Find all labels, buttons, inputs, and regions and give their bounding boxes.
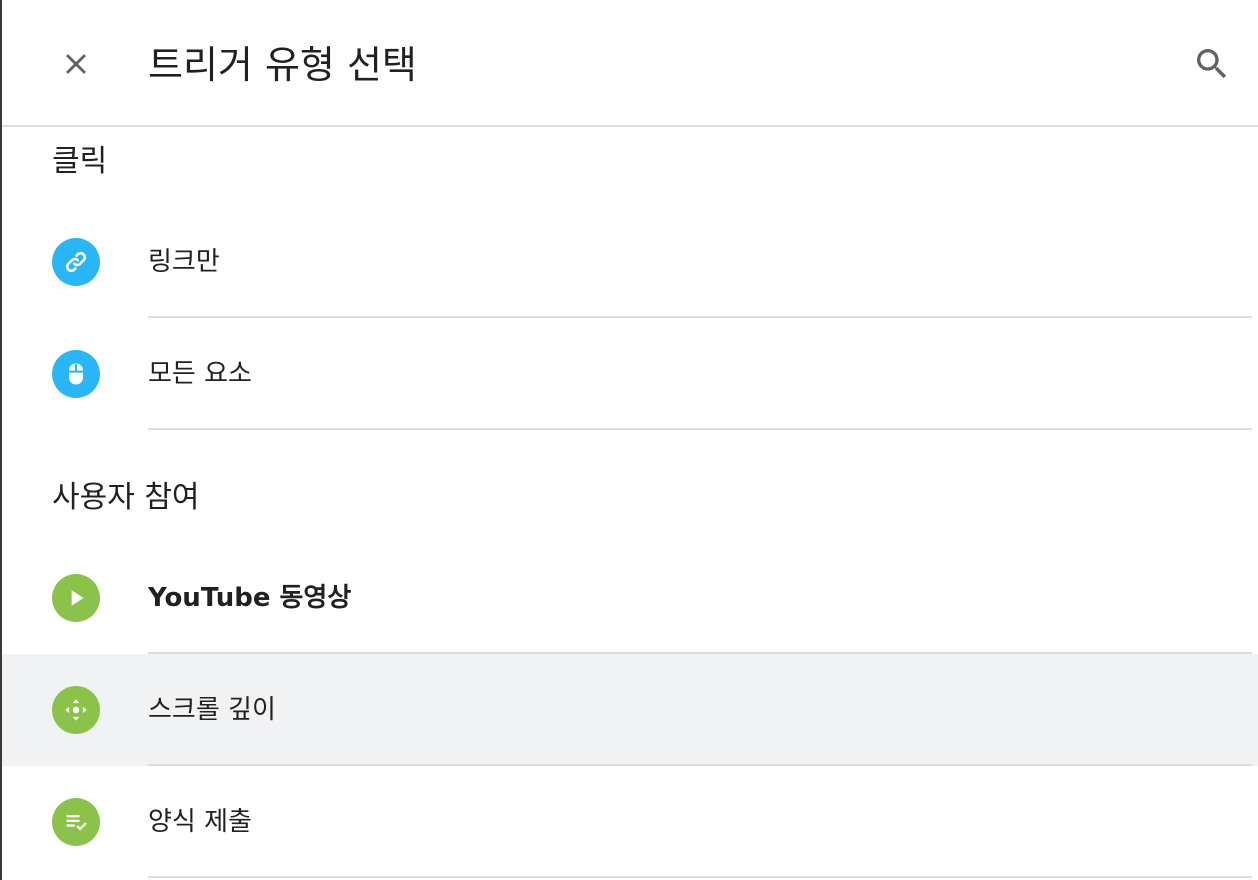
mouse-icon: [52, 350, 100, 398]
close-button[interactable]: [48, 36, 104, 92]
divider: [148, 876, 1252, 878]
link-icon: [52, 238, 100, 286]
close-icon: [66, 54, 86, 74]
trigger-item-form-submission[interactable]: 양식 제출: [2, 766, 1258, 878]
trigger-item-label: 양식 제출: [148, 807, 252, 837]
trigger-item-label: 링크만: [148, 247, 220, 277]
trigger-item-youtube-video[interactable]: YouTube 동영상: [2, 542, 1258, 654]
section-label-engagement: 사용자 참여: [52, 480, 200, 515]
trigger-item-link-only[interactable]: 링크만: [2, 206, 1258, 318]
section-label-click: 클릭: [52, 144, 108, 179]
page-title: 트리거 유형 선택: [148, 43, 417, 87]
search-button[interactable]: [1184, 36, 1240, 92]
trigger-type-panel: 트리거 유형 선택 클릭 링크만 모든 요소 사용자 참여 YouTube 동영…: [0, 0, 1258, 880]
trigger-item-scroll-depth[interactable]: 스크롤 깊이: [2, 654, 1258, 766]
play-icon: [52, 574, 100, 622]
trigger-item-label: YouTube 동영상: [148, 583, 352, 613]
trigger-item-label: 모든 요소: [148, 359, 252, 389]
form-check-icon: [52, 798, 100, 846]
divider: [148, 428, 1252, 430]
scroll-arrows-icon: [52, 686, 100, 734]
trigger-item-label: 스크롤 깊이: [148, 695, 276, 725]
trigger-item-all-elements[interactable]: 모든 요소: [2, 318, 1258, 430]
search-icon: [1197, 49, 1227, 79]
panel-header: 트리거 유형 선택: [2, 0, 1258, 127]
